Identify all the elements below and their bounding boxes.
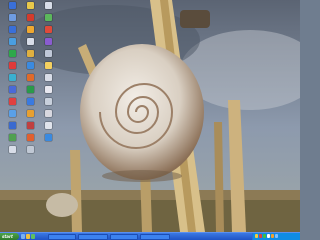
tray-icon[interactable]: [259, 234, 262, 238]
app-icon: [8, 2, 16, 9]
app-icon: [44, 50, 52, 57]
app-icon: [26, 86, 34, 93]
app-icon: [44, 62, 52, 69]
app-icon: [44, 2, 52, 9]
quick-launch-bar: [21, 234, 35, 239]
app-icon: [44, 86, 52, 93]
tray-icon[interactable]: [267, 234, 270, 238]
app-icon: [44, 14, 52, 21]
app-icon: [44, 26, 52, 33]
app-icon: [44, 122, 52, 129]
app-icon: [8, 26, 16, 33]
app-icon: [26, 26, 34, 33]
app-icon: [8, 146, 16, 153]
app-icon: [26, 62, 34, 69]
app-icon: [44, 38, 52, 45]
app-icon: [26, 122, 34, 129]
taskbar-window-button[interactable]: [48, 234, 76, 240]
app-icon: [26, 74, 34, 81]
app-icon: [8, 50, 16, 57]
app-icon: [8, 86, 16, 93]
app-icon: [44, 74, 52, 81]
start-button[interactable]: start: [0, 233, 19, 240]
taskbar-window-button[interactable]: [78, 234, 108, 240]
app-icon: [26, 38, 34, 45]
desktop-icon-grid: [0, 0, 62, 230]
quick-launch-icon[interactable]: [21, 234, 25, 239]
quick-launch-icon[interactable]: [31, 234, 35, 239]
taskbar: start: [0, 232, 300, 240]
app-icon: [8, 74, 16, 81]
quick-launch-icon[interactable]: [26, 234, 30, 239]
app-icon: [8, 62, 16, 69]
app-icon: [44, 98, 52, 105]
app-icon: [8, 38, 16, 45]
app-icon: [26, 110, 34, 117]
taskbar-buttons: [48, 234, 170, 240]
app-icon: [8, 98, 16, 105]
app-icon: [44, 110, 52, 117]
tray-icon[interactable]: [271, 234, 274, 238]
app-icon: [26, 50, 34, 57]
desktop[interactable]: [0, 0, 300, 232]
system-tray: [252, 233, 300, 240]
desktop-icon[interactable]: [2, 146, 22, 160]
app-icon: [8, 14, 16, 21]
tray-icon[interactable]: [275, 234, 278, 238]
app-icon: [8, 110, 16, 117]
tray-icon[interactable]: [263, 234, 266, 238]
app-icon: [26, 98, 34, 105]
app-icon: [26, 2, 34, 9]
app-icon: [26, 146, 34, 153]
desktop-icon[interactable]: [20, 146, 40, 160]
app-icon: [8, 122, 16, 129]
desktop-icon[interactable]: [38, 134, 58, 148]
taskbar-window-button[interactable]: [140, 234, 170, 240]
app-icon: [8, 134, 16, 141]
app-icon: [44, 134, 52, 141]
taskbar-window-button[interactable]: [110, 234, 138, 240]
app-icon: [26, 134, 34, 141]
app-icon: [26, 14, 34, 21]
tray-icon[interactable]: [255, 234, 258, 238]
